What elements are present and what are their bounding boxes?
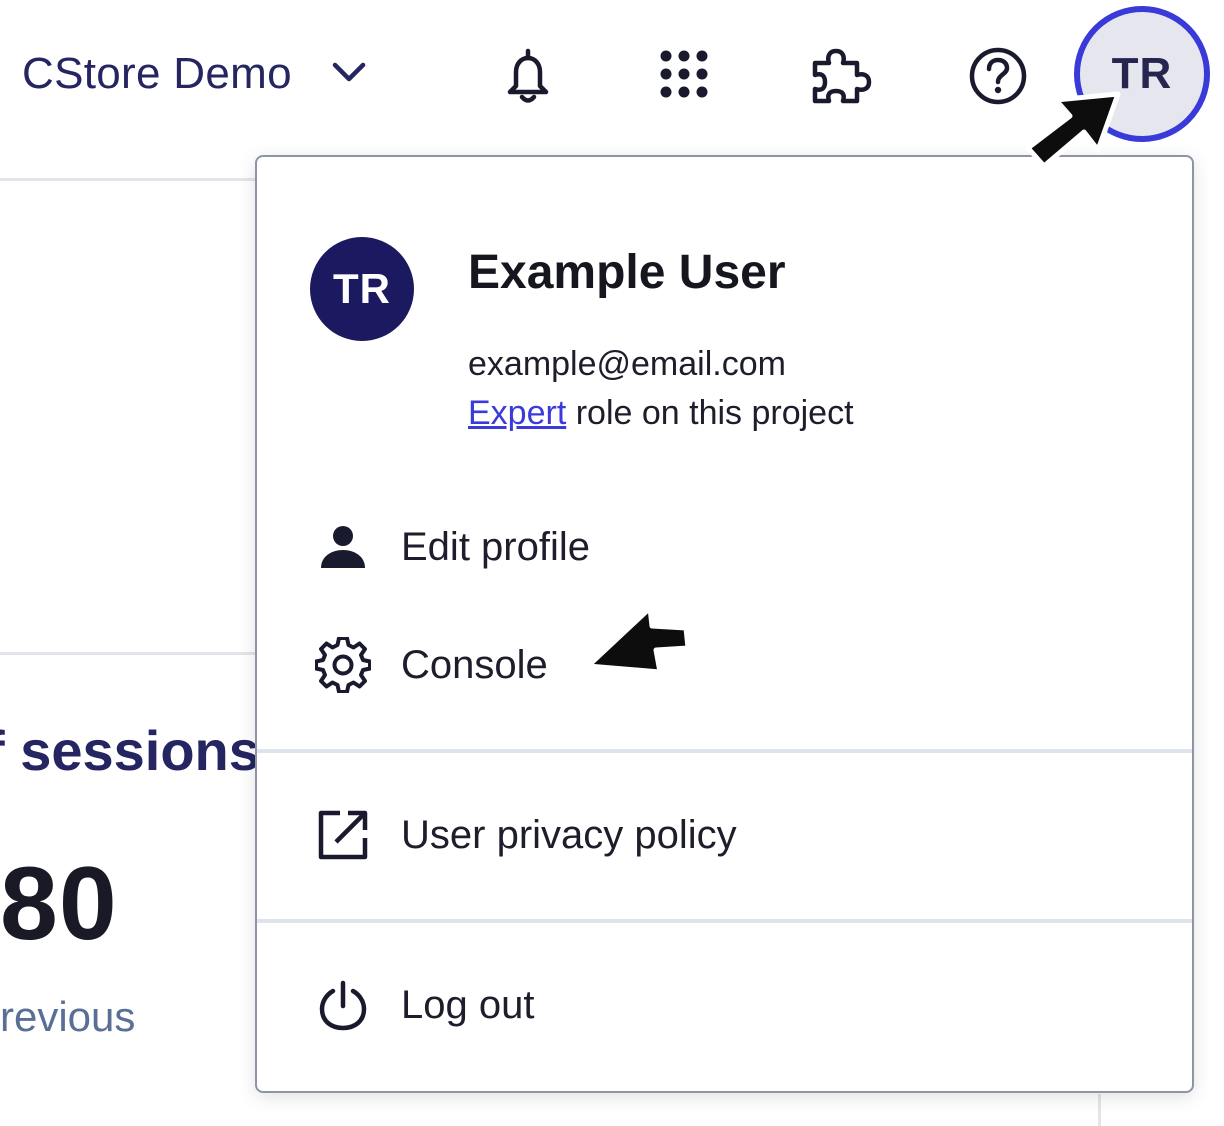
project-name: CStore Demo (22, 49, 292, 98)
project-switcher[interactable]: CStore Demo (22, 44, 366, 104)
sessions-card-title: f sessions (0, 719, 256, 782)
avatar: TR (310, 237, 414, 341)
gear-icon (313, 635, 373, 695)
menu-item-edit-profile[interactable]: Edit profile (257, 497, 1192, 597)
page: CStore Demo TR f sessions 80 revious TR … (0, 0, 1224, 1126)
divider (1098, 1094, 1101, 1126)
menu-item-privacy-policy[interactable]: User privacy policy (257, 785, 1192, 885)
user-email: example@email.com (468, 345, 786, 383)
bell-icon (507, 47, 549, 103)
menu-item-console[interactable]: Console (257, 615, 1192, 715)
avatar-initials: TR (333, 265, 391, 312)
user-menu: TR Example User example@email.com Expert… (255, 155, 1194, 1093)
role-link[interactable]: Expert (468, 394, 566, 432)
menu-separator (257, 749, 1192, 753)
menu-item-label: Console (401, 642, 548, 687)
menu-item-label: User privacy policy (401, 812, 737, 857)
chevron-down-icon (332, 61, 366, 88)
divider (0, 178, 260, 181)
notifications-button[interactable] (492, 40, 564, 112)
annotation-arrow-icon (585, 605, 691, 675)
divider (0, 652, 260, 655)
sessions-card-subtext: revious (0, 993, 136, 1040)
menu-item-label: Edit profile (401, 524, 590, 569)
apps-grid-icon (660, 50, 708, 98)
user-name: Example User (468, 246, 786, 299)
puzzle-icon (812, 48, 872, 104)
person-icon (313, 517, 373, 577)
apps-button[interactable] (648, 38, 720, 110)
power-icon (313, 975, 373, 1035)
external-link-icon (313, 805, 373, 865)
menu-separator (257, 919, 1192, 923)
user-role: Expert role on this project (468, 394, 854, 433)
annotation-arrow-icon (1025, 91, 1121, 169)
menu-item-label: Log out (401, 982, 535, 1027)
integrations-button[interactable] (804, 40, 876, 112)
sessions-card-value: 80 (0, 846, 118, 962)
menu-item-log-out[interactable]: Log out (257, 955, 1192, 1055)
role-text: role on this project (566, 394, 854, 432)
